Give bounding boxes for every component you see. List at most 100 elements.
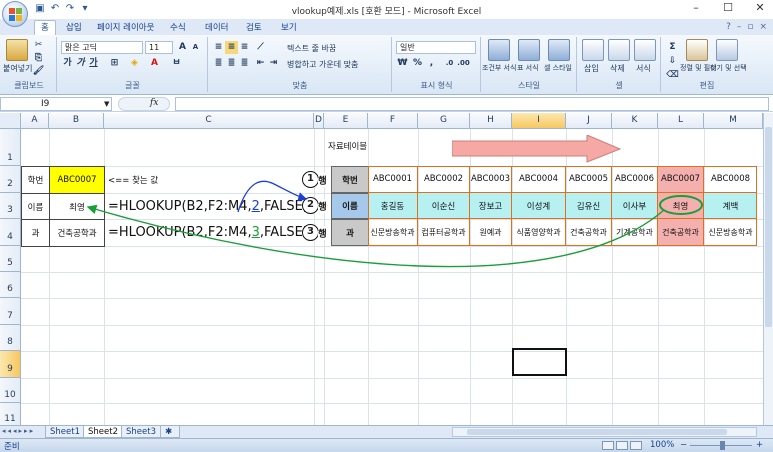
zoom-level[interactable]: 100% (650, 440, 674, 450)
sheet-tab-2[interactable]: Sheet2 (83, 426, 123, 438)
cell-style-button[interactable]: 셀 스타일 (544, 63, 572, 73)
formula-input[interactable] (175, 97, 769, 111)
cell-b3-result-name[interactable]: 최영 (49, 193, 105, 220)
phonetic-icon[interactable]: ㅂ (170, 57, 183, 70)
format-cells-icon[interactable] (634, 39, 656, 61)
paste-button[interactable]: 붙여넣기 (3, 63, 32, 74)
grow-font-icon[interactable]: A (176, 41, 189, 54)
cell-style-icon[interactable] (548, 39, 570, 61)
office-button[interactable] (2, 1, 28, 27)
row-header-9[interactable]: 9 (0, 351, 21, 378)
tab-page-layout[interactable]: 페이지 레이아웃 (97, 21, 154, 33)
col-header-e[interactable]: E (324, 113, 368, 129)
increase-indent-icon[interactable]: ⇥ (267, 57, 280, 70)
decrease-indent-icon[interactable]: ⇤ (254, 57, 267, 70)
conditional-format-button[interactable]: 조건부 서식 (482, 63, 516, 73)
cell-a4[interactable]: 과 (21, 219, 50, 247)
select-all-corner[interactable] (0, 113, 21, 129)
row-header-3[interactable]: 3 (0, 193, 21, 219)
row-header-2[interactable]: 2 (0, 166, 21, 193)
tab-review[interactable]: 검토 (246, 21, 262, 33)
normal-view-icon[interactable] (602, 441, 614, 450)
ribbon-minimize-icon[interactable]: – (737, 22, 742, 32)
borders-icon[interactable]: ⊞ (108, 57, 121, 70)
tab-insert[interactable]: 삽입 (66, 21, 82, 33)
cell-c3-formula[interactable]: =HLOOKUP(B2,F2:M4, 2 ,FALSE) (105, 193, 315, 219)
sort-filter-icon[interactable] (686, 39, 708, 61)
name-box[interactable]: I9 (0, 97, 112, 111)
row-header-1[interactable]: 1 (0, 129, 21, 166)
sheet-nav-icons[interactable]: ◂◂◂▸▸▸ (2, 427, 35, 435)
fill-color-icon[interactable]: ◈ (128, 57, 141, 70)
find-select-button[interactable]: 찾기 및 선택 (710, 63, 747, 73)
row-header-8[interactable]: 8 (0, 325, 21, 351)
zoom-slider-knob[interactable] (720, 441, 725, 450)
align-right-icon[interactable]: ≣ (238, 57, 251, 70)
restore-icon[interactable]: ▫ (747, 22, 753, 32)
col-header-l[interactable]: L (658, 113, 704, 129)
help-icon[interactable]: ? (726, 22, 731, 32)
horizontal-scroll-thumb[interactable] (467, 429, 727, 435)
col-header-f[interactable]: F (368, 113, 418, 129)
cell-c4-formula[interactable]: =HLOOKUP(B2,F2:M4, 3 ,FALSE) (105, 219, 315, 246)
cut-icon[interactable]: ✂ (32, 39, 45, 52)
zoom-out-button[interactable]: − (680, 440, 687, 450)
merge-center-button[interactable]: 병합하고 가운데 맞춤 (287, 59, 358, 70)
conditional-format-icon[interactable] (488, 39, 510, 61)
increase-decimal-icon[interactable]: .0 (443, 57, 456, 70)
italic-button[interactable]: 가 (74, 57, 87, 70)
find-select-icon[interactable] (716, 39, 738, 61)
table-format-icon[interactable] (518, 39, 540, 61)
tab-view[interactable]: 보기 (281, 21, 297, 33)
row-header-6[interactable]: 6 (0, 272, 21, 298)
number-format-select[interactable]: 일반 (396, 41, 476, 54)
minimize-button[interactable]: – (689, 1, 703, 14)
tab-formulas[interactable]: 수식 (170, 21, 186, 33)
paste-icon[interactable] (6, 39, 28, 61)
sheet-tab-1[interactable]: Sheet1 (45, 426, 85, 438)
sheet-tab-3[interactable]: Sheet3 (121, 426, 161, 438)
autosum-icon[interactable]: Σ (666, 41, 679, 54)
cell-e4-header[interactable]: 과 (331, 219, 369, 246)
delete-button[interactable]: 삭제 (610, 63, 625, 74)
cell-c2-note[interactable]: <== 찾는 값 (105, 166, 225, 193)
worksheet[interactable]: A B C D E F G H I J K L M 1 2 3 4 5 6 7 … (0, 113, 763, 425)
bold-button[interactable]: 가 (61, 57, 74, 70)
zoom-in-button[interactable]: + (756, 440, 763, 450)
col-header-m[interactable]: M (704, 113, 763, 129)
font-name-select[interactable]: 맑은 고딕 (61, 41, 143, 54)
align-middle-icon[interactable]: ≡ (225, 41, 238, 54)
row-header-5[interactable]: 5 (0, 246, 21, 272)
col-header-c[interactable]: C (104, 113, 314, 129)
shrink-font-icon[interactable]: A (189, 41, 202, 54)
cell-b4-result-dept[interactable]: 건축공학과 (49, 219, 105, 247)
name-box-dropdown-icon[interactable]: ▼ (104, 100, 109, 108)
decrease-decimal-icon[interactable]: .00 (457, 57, 470, 70)
table-format-button[interactable]: 표 서식 (517, 63, 539, 73)
cell-e2-header[interactable]: 학번 (331, 166, 369, 193)
vertical-scroll-thumb[interactable] (765, 127, 772, 327)
horizontal-scrollbar[interactable] (452, 427, 757, 437)
fill-icon[interactable]: ⇩ (666, 55, 679, 68)
close-button[interactable]: ✕ (753, 1, 767, 14)
align-top-icon[interactable]: ≡ (212, 41, 225, 54)
copy-icon[interactable]: ⎘ (32, 52, 45, 65)
comma-button[interactable]: , (425, 57, 438, 70)
vertical-scrollbar[interactable] (763, 113, 773, 425)
font-color-icon[interactable]: A (148, 57, 161, 70)
cell-b2-lookup-value[interactable]: ABC0007 (49, 166, 105, 194)
page-break-view-icon[interactable] (630, 441, 642, 450)
wrap-text-button[interactable]: 텍스트 줄 바꿈 (287, 43, 336, 54)
tab-home[interactable]: 홈 (34, 20, 56, 36)
insert-sheet-icon[interactable]: ✱ (160, 426, 180, 438)
col-header-k[interactable]: K (612, 113, 658, 129)
underline-button[interactable]: 가 (87, 57, 100, 70)
orientation-icon[interactable]: ⟋ (254, 41, 267, 54)
currency-button[interactable]: ₩ (396, 57, 409, 70)
col-header-g[interactable]: G (418, 113, 470, 129)
insert-function-icon[interactable]: fx (150, 98, 158, 108)
format-painter-icon[interactable]: 🖌 (32, 65, 45, 78)
font-size-select[interactable]: 11 (145, 41, 173, 54)
col-header-j[interactable]: J (566, 113, 612, 129)
cell-a3[interactable]: 이름 (21, 193, 50, 220)
